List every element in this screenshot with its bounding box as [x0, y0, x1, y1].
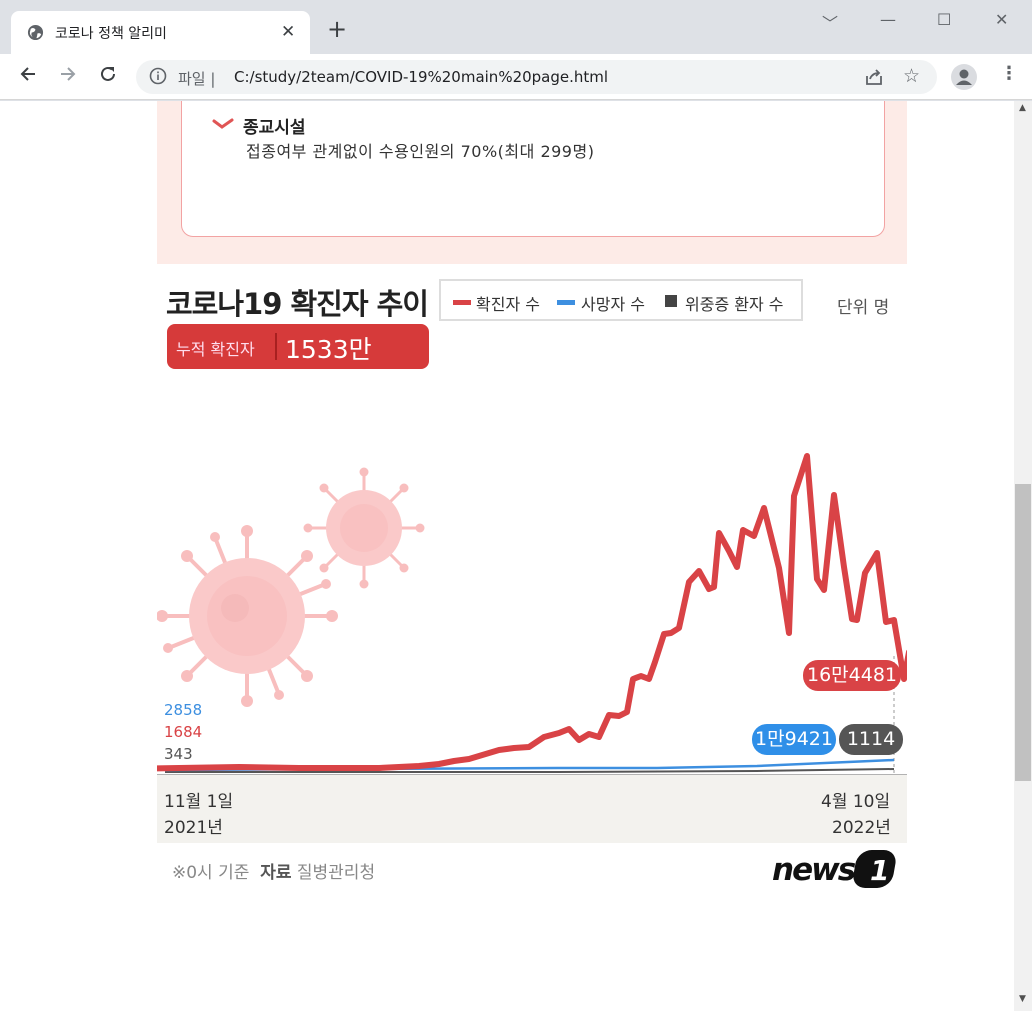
- bookmark-star-icon[interactable]: ☆: [903, 65, 920, 87]
- legend-swatch-deaths: [557, 300, 575, 305]
- start-value-confirmed: 1684: [164, 723, 203, 741]
- footer-basis: ※0시 기준: [172, 863, 250, 883]
- legend-label-deaths: 사망자 수: [581, 295, 645, 314]
- scrollbar-thumb[interactable]: [1015, 484, 1031, 781]
- new-tab-button[interactable]: +: [327, 17, 347, 41]
- x-axis-end-date: 4월 10일: [821, 792, 891, 812]
- end-badge-critical: 1114: [839, 724, 903, 755]
- trend-chart: [157, 453, 907, 776]
- forward-icon[interactable]: [58, 64, 78, 89]
- address-scheme: 파일 |: [178, 70, 216, 88]
- start-value-critical: 343: [164, 745, 193, 763]
- virus-illustration-small: [303, 467, 425, 589]
- chart-title: 코로나19 확진자 추이: [166, 287, 429, 321]
- legend-label-critical: 위중증 환자 수: [685, 295, 784, 314]
- browser-tab[interactable]: 코로나 정책 알리미 ✕: [11, 11, 310, 54]
- legend-label-confirmed: 확진자 수: [476, 295, 540, 314]
- x-axis-band: [157, 775, 907, 843]
- page-scrollbar[interactable]: ▲ ▼: [1014, 101, 1032, 1011]
- globe-icon: [27, 24, 44, 41]
- info-icon[interactable]: [149, 67, 167, 85]
- news1-logo: news 1: [772, 849, 902, 893]
- notice-title: 종교시설: [243, 118, 306, 138]
- virus-illustration-large: [157, 525, 338, 707]
- source-footer: ※0시 기준 자료 질병관리청: [172, 858, 375, 883]
- scroll-down-arrow-icon[interactable]: ▼: [1019, 994, 1026, 1004]
- page-viewport: 종교시설 접종여부 관계없이 수용인원의 70%(최대 299명) 코로나19 …: [0, 101, 1014, 1011]
- svg-text:news: news: [772, 852, 856, 888]
- tab-search-icon[interactable]: ﹀: [822, 10, 838, 34]
- footer-source: 질병관리청: [296, 863, 376, 883]
- x-axis-start-year: 2021년: [164, 818, 223, 838]
- check-icon: [212, 118, 234, 129]
- notice-body: 접종여부 관계없이 수용인원의 70%(최대 299명): [246, 142, 595, 161]
- legend-swatch-confirmed: [453, 300, 471, 305]
- x-axis-start-date: 11월 1일: [164, 792, 234, 812]
- reload-icon[interactable]: [98, 64, 118, 89]
- end-badge-deaths: 1만9421: [752, 724, 836, 755]
- footer-source-label: 자료: [260, 863, 292, 883]
- maximize-button[interactable]: ☐: [937, 10, 951, 29]
- address-bar[interactable]: 파일 | C:/study/2team/COVID-19%20main%20pa…: [136, 60, 937, 94]
- browser-toolbar: 파일 | C:/study/2team/COVID-19%20main%20pa…: [0, 54, 1032, 100]
- minimize-button[interactable]: —: [880, 10, 896, 29]
- close-window-button[interactable]: ✕: [995, 10, 1008, 29]
- profile-avatar-icon[interactable]: [951, 64, 977, 90]
- tab-strip: 코로나 정책 알리미 ✕ + ﹀ — ☐ ✕: [0, 0, 1032, 54]
- legend-swatch-critical: [665, 295, 677, 307]
- tab-close-icon[interactable]: ✕: [281, 22, 295, 42]
- share-icon[interactable]: [864, 67, 884, 87]
- tab-title: 코로나 정책 알리미: [55, 26, 167, 42]
- svg-text:1: 1: [870, 854, 889, 887]
- chart-legend: 확진자 수 사망자 수 위중증 환자 수: [439, 279, 803, 321]
- unit-label: 단위 명: [837, 298, 890, 318]
- address-url[interactable]: C:/study/2team/COVID-19%20main%20page.ht…: [234, 68, 608, 86]
- back-icon[interactable]: [18, 64, 38, 89]
- x-axis-end-year: 2022년: [832, 818, 891, 838]
- end-badge-confirmed: 16만4481: [803, 660, 901, 691]
- menu-kebab-icon[interactable]: ⋮: [1000, 63, 1018, 84]
- scroll-up-arrow-icon[interactable]: ▲: [1019, 103, 1026, 113]
- start-value-deaths: 2858: [164, 701, 203, 719]
